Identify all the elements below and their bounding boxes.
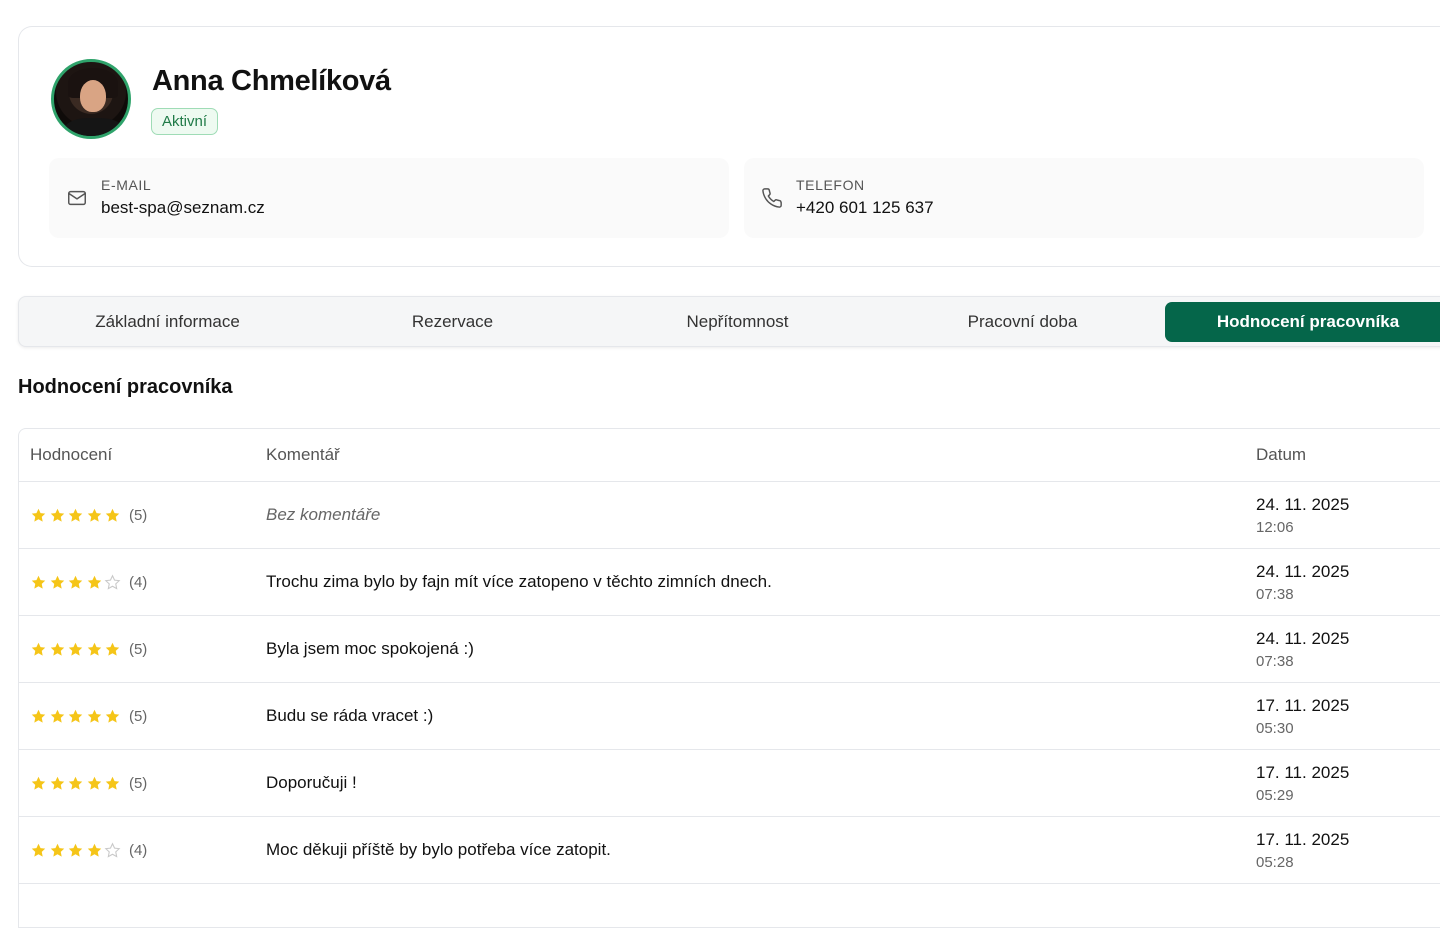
table-row[interactable]: (5) Budu se ráda vracet :) 17. 11. 2025 05:… xyxy=(19,683,1440,750)
star-filled-icon xyxy=(50,642,64,656)
star-rating: (5) xyxy=(30,640,147,658)
email-box: E-MAIL best-spa@seznam.cz xyxy=(49,158,729,238)
star-empty-icon xyxy=(104,574,121,590)
star-rating: (4) xyxy=(30,841,147,859)
rating-value: (5) xyxy=(128,506,148,524)
rating-date: 17. 11. 2025 xyxy=(1256,763,1350,782)
comment-text: Doporučuji ! xyxy=(266,773,357,792)
star-empty-icon xyxy=(104,842,121,858)
star-rating: (4) xyxy=(30,573,147,591)
star-filled-icon xyxy=(68,508,83,522)
table-row[interactable]: (5) Bez komentáře 24. 11. 2025 12:06 xyxy=(19,482,1440,549)
rating-value: (5) xyxy=(128,640,148,658)
profile-card: Anna Chmelíková Aktivní E-MAIL best-spa@… xyxy=(18,26,1440,267)
phone-box: TELEFON +420 601 125 637 xyxy=(744,158,1424,238)
ratings-table: Hodnocení Komentář Datum (5) Bez komentář… xyxy=(18,428,1440,928)
comment-text: Budu se ráda vracet :) xyxy=(266,706,434,725)
status-badge: Aktivní xyxy=(151,108,219,135)
table-row[interactable]: (4) Moc děkuji příště by bylo potřeba víc… xyxy=(19,817,1440,884)
star-filled-icon xyxy=(31,709,46,723)
rating-date: 17. 11. 2025 xyxy=(1256,696,1350,715)
comment-text: Byla jsem moc spokojená :) xyxy=(266,639,474,658)
section-title: Hodnocení pracovníka xyxy=(18,376,233,398)
comment-text: Bez komentáře xyxy=(266,505,381,524)
rating-date: 24. 11. 2025 xyxy=(1256,562,1350,581)
header-comment[interactable]: Komentář xyxy=(266,445,340,465)
rating-time: 05:28 xyxy=(1256,854,1294,871)
star-filled-icon xyxy=(31,508,46,522)
star-filled-icon xyxy=(68,776,83,790)
email-value[interactable]: best-spa@seznam.cz xyxy=(101,198,265,218)
phone-label: TELEFON xyxy=(796,177,865,193)
rating-time: 05:29 xyxy=(1256,787,1294,804)
rating-time: 07:38 xyxy=(1256,586,1294,603)
star-filled-icon xyxy=(106,642,120,656)
rating-date: 17. 11. 2025 xyxy=(1256,830,1350,849)
table-header: Hodnocení Komentář Datum xyxy=(19,429,1440,482)
star-filled-icon xyxy=(31,776,46,790)
rating-value: (5) xyxy=(128,707,148,725)
avatar xyxy=(51,59,131,139)
star-filled-icon xyxy=(50,776,64,790)
star-filled-icon xyxy=(87,776,102,790)
star-filled-icon xyxy=(87,843,102,857)
tab-employee-rating[interactable]: Hodnocení pracovníka xyxy=(1165,302,1440,342)
star-filled-icon xyxy=(50,709,64,723)
star-filled-icon xyxy=(31,843,46,857)
tab-working-hours[interactable]: Pracovní doba xyxy=(880,302,1165,342)
tab-basic-info[interactable]: Základní informace xyxy=(25,302,310,342)
table-row[interactable]: (5) Doporučuji ! 17. 11. 2025 05:29 xyxy=(19,750,1440,817)
rating-time: 07:38 xyxy=(1256,653,1294,670)
star-rating: (5) xyxy=(30,707,147,725)
tab-absence[interactable]: Nepřítomnost xyxy=(595,302,880,342)
star-filled-icon xyxy=(50,575,64,589)
star-filled-icon xyxy=(50,508,64,522)
star-filled-icon xyxy=(50,843,64,857)
comment-text: Trochu zima bylo by fajn mít více zatope… xyxy=(266,572,772,591)
star-filled-icon xyxy=(31,575,46,589)
rating-time: 05:30 xyxy=(1256,720,1294,737)
star-filled-icon xyxy=(106,709,120,723)
star-filled-icon xyxy=(87,508,102,522)
phone-value[interactable]: +420 601 125 637 xyxy=(796,198,934,218)
star-rating: (5) xyxy=(30,506,147,524)
email-label: E-MAIL xyxy=(101,177,152,193)
table-row[interactable]: (5) Byla jsem moc spokojená :) 24. 11. 202… xyxy=(19,616,1440,683)
star-rating: (5) xyxy=(30,774,147,792)
header-rating[interactable]: Hodnocení xyxy=(30,445,112,465)
rating-date: 24. 11. 2025 xyxy=(1256,629,1350,648)
star-filled-icon xyxy=(68,709,83,723)
star-filled-icon xyxy=(68,642,83,656)
rating-value: (5) xyxy=(128,774,148,792)
star-filled-icon xyxy=(31,642,46,656)
star-filled-icon xyxy=(68,843,83,857)
tab-bar: Základní informace Rezervace Nepřítomnos… xyxy=(18,296,1440,347)
star-filled-icon xyxy=(106,508,120,522)
rating-date: 24. 11. 2025 xyxy=(1256,495,1350,514)
star-filled-icon xyxy=(68,575,83,589)
rating-value: (4) xyxy=(128,841,148,859)
rating-value: (4) xyxy=(128,573,148,591)
rating-time: 12:06 xyxy=(1256,519,1294,536)
star-filled-icon xyxy=(87,575,102,589)
header-date[interactable]: Datum xyxy=(1256,445,1306,465)
comment-text: Moc děkuji příště by bylo potřeba více z… xyxy=(266,840,611,859)
employee-name: Anna Chmelíková xyxy=(152,65,391,97)
star-filled-icon xyxy=(87,709,102,723)
tab-reservations[interactable]: Rezervace xyxy=(310,302,595,342)
mail-icon xyxy=(68,190,86,206)
star-filled-icon xyxy=(106,776,120,790)
phone-icon xyxy=(762,188,782,208)
star-filled-icon xyxy=(87,642,102,656)
table-row[interactable]: (4) Trochu zima bylo by fajn mít více zat… xyxy=(19,549,1440,616)
